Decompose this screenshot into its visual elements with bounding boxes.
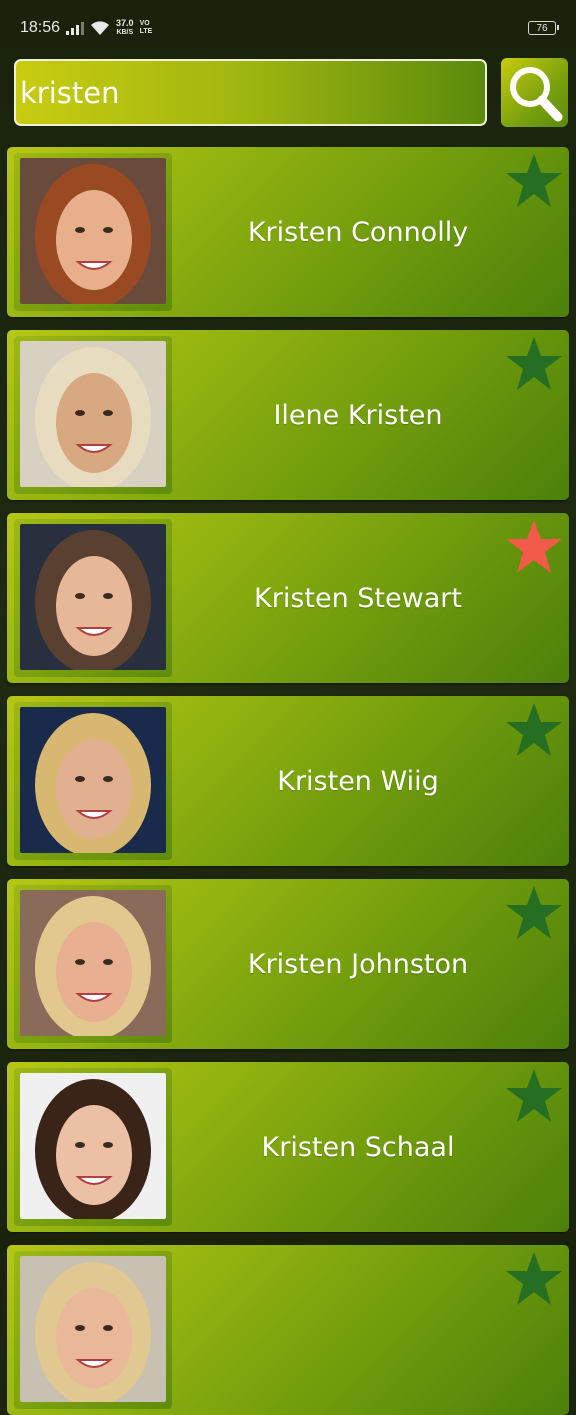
celebrity-photo-frame xyxy=(14,519,172,677)
favorite-star-icon[interactable] xyxy=(505,336,563,392)
search-field[interactable] xyxy=(14,59,487,126)
celebrity-photo-frame xyxy=(14,1068,172,1226)
celebrity-photo xyxy=(20,158,166,304)
result-card[interactable] xyxy=(7,1245,569,1415)
celebrity-photo xyxy=(20,1256,166,1402)
favorite-star-icon[interactable] xyxy=(505,702,563,758)
celebrity-photo-frame xyxy=(14,153,172,311)
celebrity-photo-frame xyxy=(14,885,172,1043)
celebrity-name xyxy=(177,1245,539,1415)
wifi-icon xyxy=(91,21,110,35)
status-icons: 37.0 KB/S VO LTE xyxy=(66,19,152,37)
celebrity-photo xyxy=(20,524,166,670)
battery-indicator: 76 xyxy=(528,21,559,35)
signal-strength-icon xyxy=(66,21,85,35)
celebrity-name: Kristen Wiig xyxy=(277,765,439,797)
favorite-star-icon[interactable] xyxy=(505,1068,563,1124)
celebrity-name: Kristen Schaal xyxy=(261,1131,455,1163)
search-input[interactable] xyxy=(20,75,485,110)
search-bar xyxy=(0,56,576,136)
status-time: 18:56 xyxy=(20,19,61,36)
celebrity-photo xyxy=(20,707,166,853)
result-card[interactable]: Kristen Schaal xyxy=(7,1062,569,1232)
celebrity-photo xyxy=(20,890,166,1036)
volte-bottom: LTE xyxy=(139,28,153,35)
network-speed-unit: KB/S xyxy=(116,29,134,36)
celebrity-name: Ilene Kristen xyxy=(273,399,443,431)
result-card[interactable]: Kristen Stewart xyxy=(7,513,569,683)
favorite-star-icon[interactable] xyxy=(505,1251,563,1307)
celebrity-name: Kristen Connolly xyxy=(247,216,469,248)
favorite-star-icon[interactable] xyxy=(505,885,563,941)
result-card[interactable]: Kristen Connolly xyxy=(7,147,569,317)
result-card[interactable]: Ilene Kristen xyxy=(7,330,569,500)
volte-top: VO xyxy=(139,20,150,27)
celebrity-photo-frame xyxy=(14,336,172,494)
favorite-star-icon[interactable] xyxy=(505,153,563,209)
volte-indicator: VO LTE xyxy=(140,20,153,36)
celebrity-photo xyxy=(20,1073,166,1219)
celebrity-name: Kristen Johnston xyxy=(247,948,469,980)
celebrity-photo xyxy=(20,341,166,487)
network-speed: 37.0 KB/S xyxy=(116,19,134,37)
result-card[interactable]: Kristen Wiig xyxy=(7,696,569,866)
celebrity-photo-frame xyxy=(14,1251,172,1409)
search-button[interactable] xyxy=(501,58,568,127)
network-speed-value: 37.0 xyxy=(116,18,134,28)
celebrity-photo-frame xyxy=(14,702,172,860)
result-card[interactable]: Kristen Johnston xyxy=(7,879,569,1049)
celebrity-name: Kristen Stewart xyxy=(254,582,462,614)
search-icon xyxy=(509,66,562,121)
status-bar: 18:56 37.0 KB/S VO LTE 76 xyxy=(0,0,576,56)
favorite-star-icon[interactable] xyxy=(505,519,563,575)
